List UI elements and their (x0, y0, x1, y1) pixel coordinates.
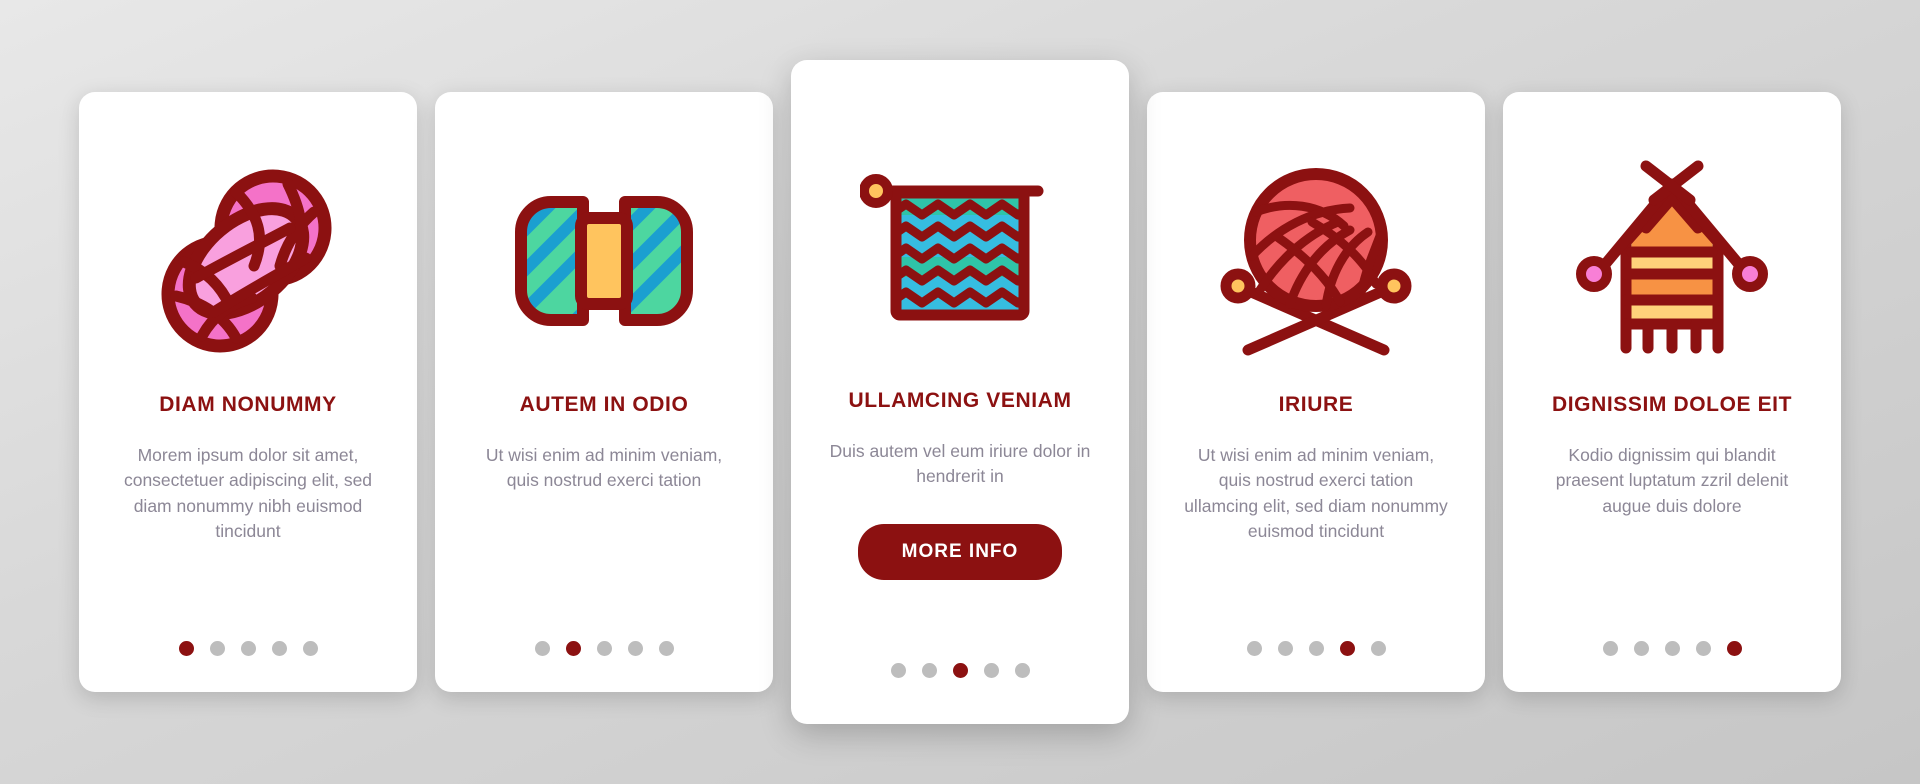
pagination-dots (435, 641, 773, 656)
card-body: Kodio dignissim qui blandit praesent lup… (1555, 445, 1789, 516)
onboarding-card[interactable]: DIGNISSIM DOLOE EIT Kodio dignissim qui … (1503, 92, 1841, 692)
pagination-dot[interactable] (565, 641, 581, 656)
pagination-dot[interactable] (178, 641, 194, 656)
pagination-dot[interactable] (1339, 641, 1355, 656)
pagination-dot[interactable] (302, 641, 318, 656)
pagination-dot[interactable] (596, 641, 612, 656)
onboarding-screens-stage: DIAM NONUMMY Morem ipsum dolor sit amet,… (0, 0, 1920, 784)
card-body: Ut wisi enim ad minim veniam, quis nostr… (1184, 445, 1448, 541)
yarn-ball-with-needles-icon (1173, 136, 1459, 386)
card-title: ULLAMCING VENIAM (848, 389, 1072, 412)
pagination-dot[interactable] (271, 641, 287, 656)
pagination-dot[interactable] (1014, 663, 1030, 678)
card-title: IRIURE (1278, 393, 1354, 416)
pagination-dot[interactable] (658, 641, 674, 656)
card-body: Duis autem vel eum iriure dolor in hendr… (829, 441, 1091, 487)
card-body: Morem ipsum dolor sit amet, consectetuer… (123, 445, 373, 541)
card-body: Ut wisi enim ad minim veniam, quis nostr… (485, 445, 723, 491)
pagination-dots (79, 641, 417, 656)
onboarding-card[interactable]: IRIURE Ut wisi enim ad minim veniam, qui… (1147, 92, 1485, 692)
pagination-dot[interactable] (1726, 641, 1742, 656)
pagination-dots (1503, 641, 1841, 656)
pagination-dot[interactable] (1308, 641, 1324, 656)
pagination-dot[interactable] (952, 663, 968, 678)
pagination-dot[interactable] (209, 641, 225, 656)
pagination-dot[interactable] (240, 641, 256, 656)
card-title: DIAM NONUMMY (159, 393, 337, 416)
onboarding-card-list: DIAM NONUMMY Morem ipsum dolor sit amet,… (79, 60, 1841, 724)
pagination-dot[interactable] (1602, 641, 1618, 656)
onboarding-card[interactable]: AUTEM IN ODIO Ut wisi enim ad minim veni… (435, 92, 773, 692)
yarn-skeins-icon (105, 136, 391, 386)
card-title: AUTEM IN ODIO (519, 393, 689, 416)
pagination-dot[interactable] (1633, 641, 1649, 656)
pagination-dot[interactable] (1246, 641, 1262, 656)
knitted-bow-tie-icon (461, 136, 747, 386)
onboarding-card-featured[interactable]: ULLAMCING VENIAM Duis autem vel eum iriu… (791, 60, 1129, 724)
pagination-dot[interactable] (921, 663, 937, 678)
pagination-dot[interactable] (1370, 641, 1386, 656)
pagination-dot[interactable] (1664, 641, 1680, 656)
pagination-dot[interactable] (1695, 641, 1711, 656)
pagination-dot[interactable] (890, 663, 906, 678)
pagination-dot[interactable] (534, 641, 550, 656)
card-title: DIGNISSIM DOLOE EIT (1551, 393, 1793, 416)
pagination-dot[interactable] (983, 663, 999, 678)
pagination-dot[interactable] (1277, 641, 1293, 656)
onboarding-card[interactable]: DIAM NONUMMY Morem ipsum dolor sit amet,… (79, 92, 417, 692)
pagination-dots (1147, 641, 1485, 656)
knitting-on-needles-icon (1529, 136, 1815, 386)
pagination-dots (791, 663, 1129, 678)
more-info-button[interactable]: MORE INFO (857, 523, 1063, 580)
pagination-dot[interactable] (627, 641, 643, 656)
knitted-towel-on-rod-icon (817, 120, 1103, 382)
